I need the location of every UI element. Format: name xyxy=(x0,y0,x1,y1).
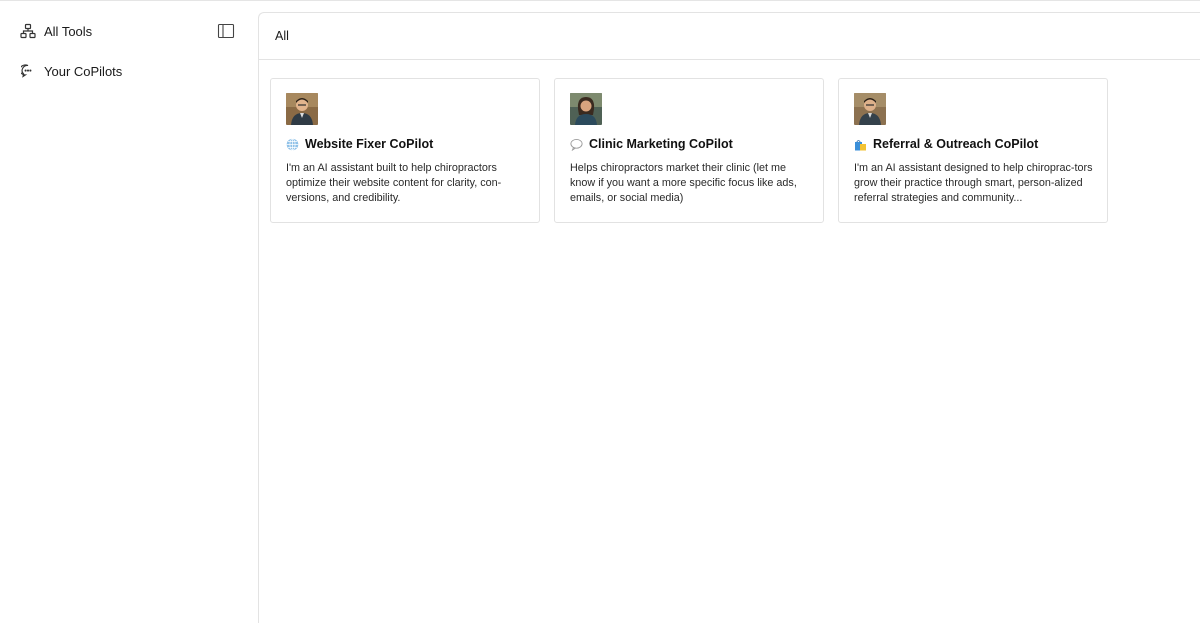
sidebar-item-all-tools[interactable]: All Tools xyxy=(20,20,92,42)
chat-bubble-icon xyxy=(20,63,36,79)
card-description: I'm an AI assistant designed to help chi… xyxy=(854,162,1093,204)
card-description: Helps chiropractors market their clinic … xyxy=(570,162,797,204)
copilot-card-website-fixer[interactable]: Website Fixer CoPilot I'm an AI assistan… xyxy=(270,78,540,223)
sitemap-icon xyxy=(20,23,36,39)
speech-bubble-icon xyxy=(570,138,583,151)
copilot-card-clinic-marketing[interactable]: Clinic Marketing CoPilot Helps chiroprac… xyxy=(554,78,824,223)
shopping-bags-icon xyxy=(854,138,867,151)
card-title-text: Referral & Outreach CoPilot xyxy=(873,137,1039,151)
sidebar: All Tools Your CoPilots xyxy=(0,2,258,623)
sidebar-item-your-copilots[interactable]: Your CoPilots xyxy=(20,60,122,82)
copilot-card-referral-outreach[interactable]: Referral & Outreach CoPilot I'm an AI as… xyxy=(838,78,1108,223)
sidebar-item-label: All Tools xyxy=(44,23,93,39)
tab-bar: All xyxy=(259,13,1200,60)
card-description: I'm an AI assistant built to help chirop… xyxy=(286,162,502,204)
sidebar-toggle-button[interactable] xyxy=(217,23,235,39)
card-title-text: Website Fixer CoPilot xyxy=(305,137,434,151)
globe-icon xyxy=(286,137,299,151)
card-title: Website Fixer CoPilot xyxy=(286,137,529,151)
avatar xyxy=(854,93,886,125)
avatar xyxy=(286,93,318,125)
card-title-text: Clinic Marketing CoPilot xyxy=(589,137,733,151)
sidebar-item-label: Your CoPilots xyxy=(44,63,123,79)
avatar xyxy=(570,93,602,125)
sidebar-toggle-icon xyxy=(217,23,235,43)
main-panel: All Website Fixer CoPilot I'm an AI assi… xyxy=(258,12,1200,623)
tab-all[interactable]: All xyxy=(275,29,289,43)
card-title: Clinic Marketing CoPilot xyxy=(570,137,813,151)
card-title: Referral & Outreach CoPilot xyxy=(854,137,1097,151)
